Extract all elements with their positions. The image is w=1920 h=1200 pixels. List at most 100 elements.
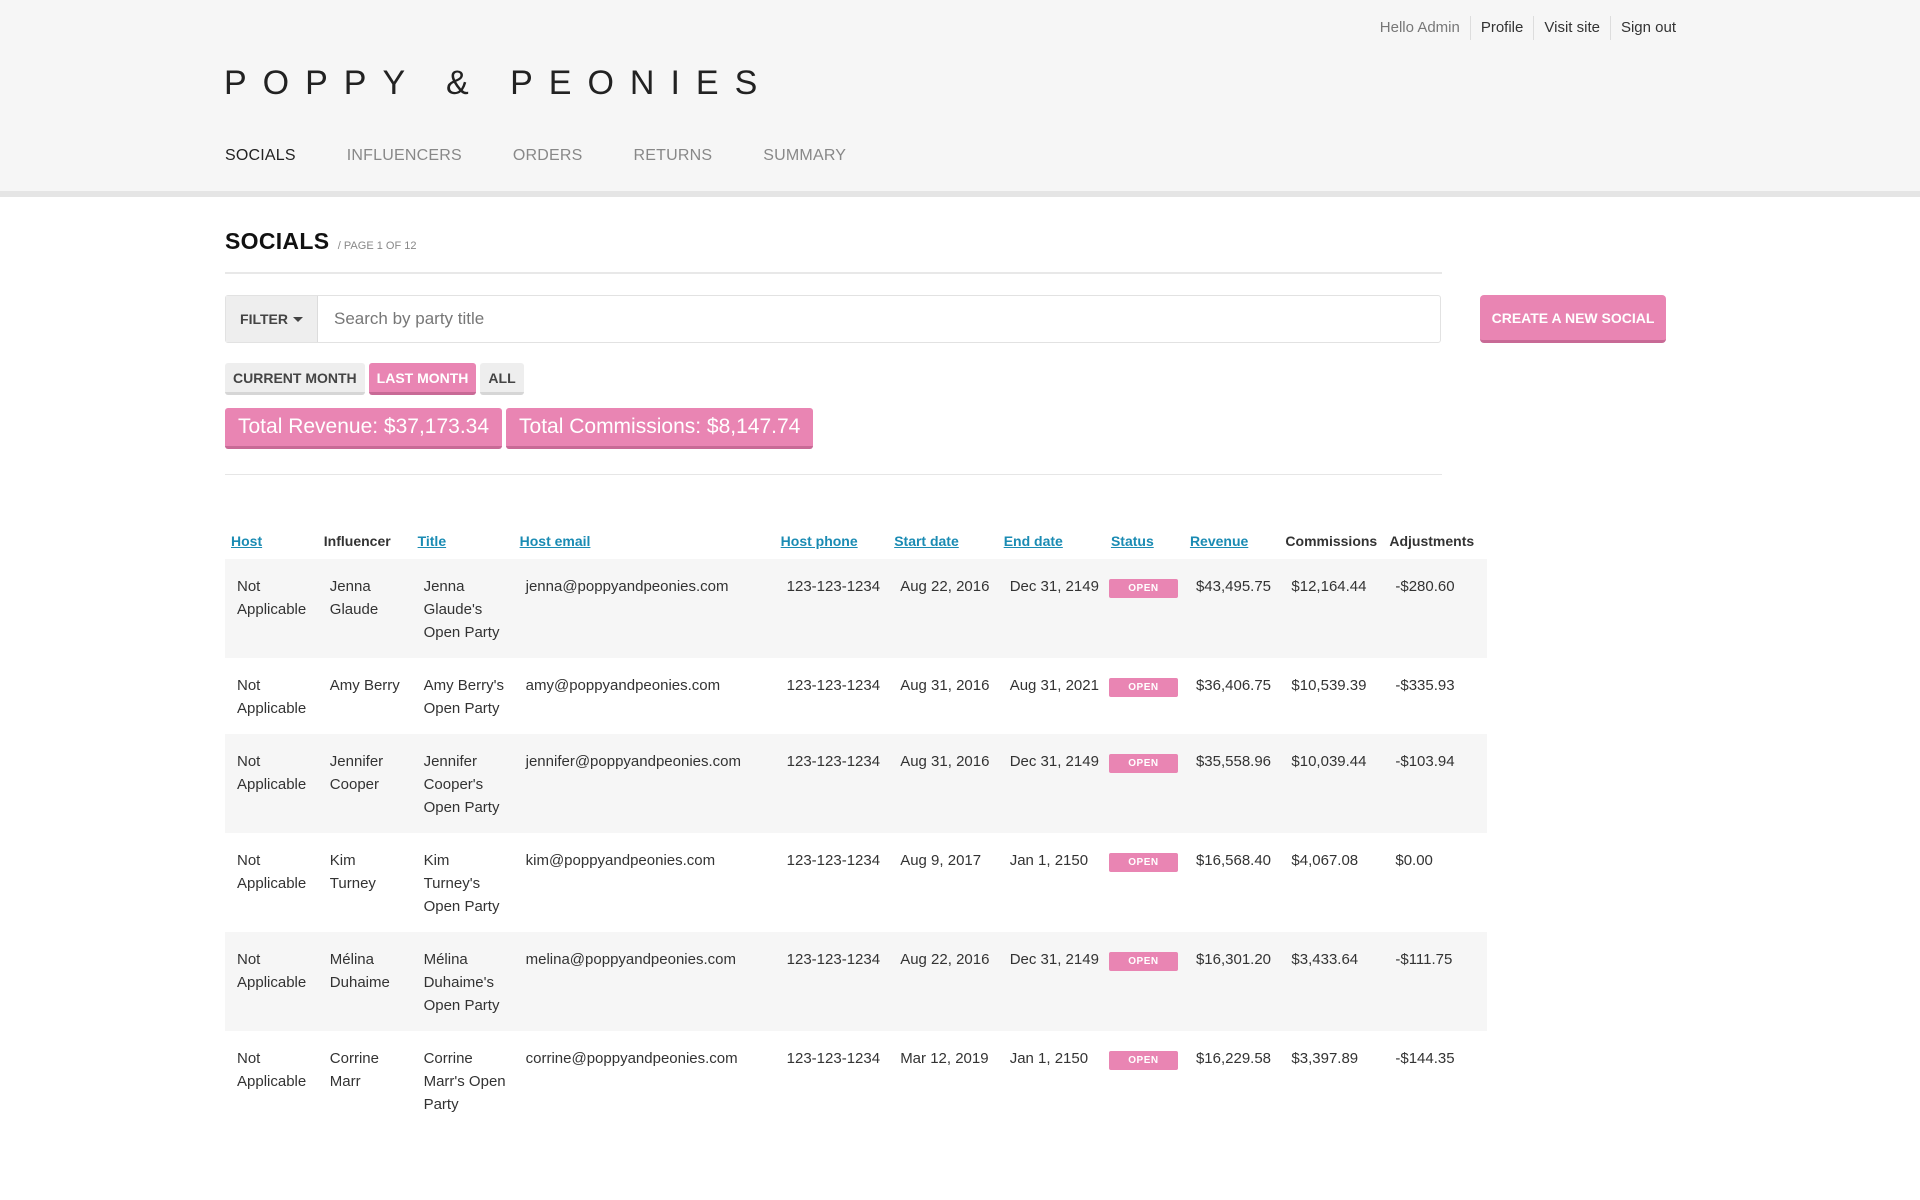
- table-row[interactable]: Not Applicable Kim Turney Kim Turney's O…: [225, 833, 1487, 932]
- cell-revenue: $16,229.58: [1183, 1031, 1280, 1130]
- cell-influencer: Kim Turney: [317, 833, 412, 932]
- cell-revenue: $36,406.75: [1183, 658, 1280, 734]
- cell-email: corrine@poppyandpeonies.com: [513, 1031, 775, 1130]
- cell-revenue: $16,301.20: [1183, 932, 1280, 1031]
- cell-phone: 123-123-1234: [774, 559, 889, 658]
- cell-start-date: Aug 9, 2017: [888, 833, 998, 932]
- cell-host: Not Applicable: [225, 1031, 318, 1130]
- cell-title: Kim Turney's Open Party: [411, 833, 514, 932]
- status-badge: OPEN: [1108, 754, 1178, 773]
- cell-phone: 123-123-1234: [774, 658, 889, 734]
- cell-end-date: Jan 1, 2150: [997, 1031, 1105, 1130]
- cell-revenue: $16,568.40: [1183, 833, 1280, 932]
- filter-label: FILTER: [240, 311, 288, 327]
- table-row[interactable]: Not Applicable Jenna Glaude Jenna Glaude…: [225, 559, 1487, 658]
- cell-start-date: Aug 22, 2016: [888, 559, 998, 658]
- cell-influencer: Jennifer Cooper: [317, 734, 412, 833]
- cell-status: OPEN: [1104, 833, 1184, 932]
- filter-bar: FILTER: [225, 295, 1441, 343]
- divider: [225, 474, 1442, 475]
- cell-phone: 123-123-1234: [774, 932, 889, 1031]
- cell-email: jenna@poppyandpeonies.com: [513, 559, 775, 658]
- last-month-button[interactable]: LAST MONTH: [368, 363, 477, 395]
- cell-commissions: $10,039.44: [1279, 734, 1384, 833]
- status-badge: OPEN: [1108, 952, 1178, 971]
- nav-orders[interactable]: ORDERS: [513, 147, 583, 165]
- cell-end-date: Jan 1, 2150: [997, 833, 1105, 932]
- nav-returns[interactable]: RETURNS: [634, 147, 713, 165]
- cell-adjustments: -$335.93: [1383, 658, 1487, 734]
- total-commissions-badge: Total Commissions: $8,147.74: [506, 408, 814, 449]
- column-end-date[interactable]: End date: [998, 525, 1105, 559]
- cell-status: OPEN: [1104, 734, 1184, 833]
- column-influencer: Influencer: [323, 533, 391, 549]
- cell-start-date: Aug 22, 2016: [888, 932, 998, 1031]
- main-nav: SOCIALS INFLUENCERS ORDERS RETURNS SUMMA…: [225, 147, 897, 165]
- cell-influencer: Mélina Duhaime: [317, 932, 412, 1031]
- cell-adjustments: -$103.94: [1383, 734, 1487, 833]
- cell-status: OPEN: [1104, 559, 1184, 658]
- column-status[interactable]: Status: [1105, 525, 1184, 559]
- cell-start-date: Aug 31, 2016: [888, 734, 998, 833]
- cell-influencer: Jenna Glaude: [317, 559, 412, 658]
- cell-status: OPEN: [1104, 1031, 1184, 1130]
- cell-host: Not Applicable: [225, 658, 318, 734]
- cell-commissions: $3,397.89: [1279, 1031, 1384, 1130]
- cell-commissions: $10,539.39: [1279, 658, 1384, 734]
- cell-title: Jennifer Cooper's Open Party: [411, 734, 514, 833]
- cell-adjustments: -$280.60: [1383, 559, 1487, 658]
- nav-influencers[interactable]: INFLUENCERS: [347, 147, 462, 165]
- cell-start-date: Mar 12, 2019: [888, 1031, 998, 1130]
- cell-email: kim@poppyandpeonies.com: [513, 833, 775, 932]
- column-revenue[interactable]: Revenue: [1184, 525, 1279, 559]
- status-badge: OPEN: [1108, 678, 1178, 697]
- cell-end-date: Dec 31, 2149: [997, 734, 1105, 833]
- nav-summary[interactable]: SUMMARY: [763, 147, 846, 165]
- table-row[interactable]: Not Applicable Mélina Duhaime Mélina Duh…: [225, 932, 1487, 1031]
- cell-adjustments: -$111.75: [1383, 932, 1487, 1031]
- column-host-email[interactable]: Host email: [514, 525, 775, 559]
- cell-adjustments: $0.00: [1383, 833, 1487, 932]
- filter-dropdown-button[interactable]: FILTER: [226, 296, 318, 342]
- cell-end-date: Dec 31, 2149: [997, 932, 1105, 1031]
- cell-email: amy@poppyandpeonies.com: [513, 658, 775, 734]
- all-button[interactable]: ALL: [480, 363, 524, 395]
- greeting-text: Hello Admin: [1379, 19, 1460, 36]
- brand-logo[interactable]: POPPY & PEONIES: [224, 64, 773, 103]
- cell-influencer: Corrine Marr: [317, 1031, 412, 1130]
- column-host-phone[interactable]: Host phone: [775, 525, 889, 559]
- search-input[interactable]: [318, 296, 1440, 342]
- cell-influencer: Amy Berry: [317, 658, 412, 734]
- page-heading: SOCIALS / PAGE 1 OF 12: [225, 228, 1442, 274]
- create-social-button[interactable]: CREATE A NEW SOCIAL: [1480, 295, 1666, 343]
- sign-out-link[interactable]: Sign out: [1609, 16, 1686, 40]
- cell-host: Not Applicable: [225, 932, 318, 1031]
- cell-status: OPEN: [1104, 932, 1184, 1031]
- status-badge: OPEN: [1108, 579, 1178, 598]
- column-start-date[interactable]: Start date: [888, 525, 998, 559]
- cell-adjustments: -$144.35: [1383, 1031, 1487, 1130]
- current-month-button[interactable]: CURRENT MONTH: [225, 363, 365, 395]
- cell-commissions: $3,433.64: [1279, 932, 1384, 1031]
- table-row[interactable]: Not Applicable Corrine Marr Corrine Marr…: [225, 1031, 1487, 1130]
- table-header-row: Host Influencer Title Host email Host ph…: [225, 525, 1487, 559]
- period-toggles: CURRENT MONTH LAST MONTH ALL: [225, 363, 528, 395]
- cell-commissions: $4,067.08: [1279, 833, 1384, 932]
- visit-site-link[interactable]: Visit site: [1533, 16, 1610, 40]
- cell-end-date: Dec 31, 2149: [997, 559, 1105, 658]
- cell-email: melina@poppyandpeonies.com: [513, 932, 775, 1031]
- table-row[interactable]: Not Applicable Jennifer Cooper Jennifer …: [225, 734, 1487, 833]
- column-host[interactable]: Host: [225, 525, 318, 559]
- cell-title: Corrine Marr's Open Party: [411, 1031, 514, 1130]
- column-title[interactable]: Title: [412, 525, 514, 559]
- nav-socials[interactable]: SOCIALS: [225, 147, 296, 165]
- cell-host: Not Applicable: [225, 833, 318, 932]
- cell-revenue: $43,495.75: [1183, 559, 1280, 658]
- user-nav: Hello Admin Profile Visit site Sign out: [1370, 16, 1686, 40]
- cell-title: Amy Berry's Open Party: [411, 658, 514, 734]
- caret-down-icon: [292, 316, 303, 322]
- table-row[interactable]: Not Applicable Amy Berry Amy Berry's Ope…: [225, 658, 1487, 734]
- totals: Total Revenue: $37,173.34 Total Commissi…: [225, 408, 817, 449]
- profile-link[interactable]: Profile: [1469, 16, 1534, 40]
- socials-table: Host Influencer Title Host email Host ph…: [225, 525, 1487, 1130]
